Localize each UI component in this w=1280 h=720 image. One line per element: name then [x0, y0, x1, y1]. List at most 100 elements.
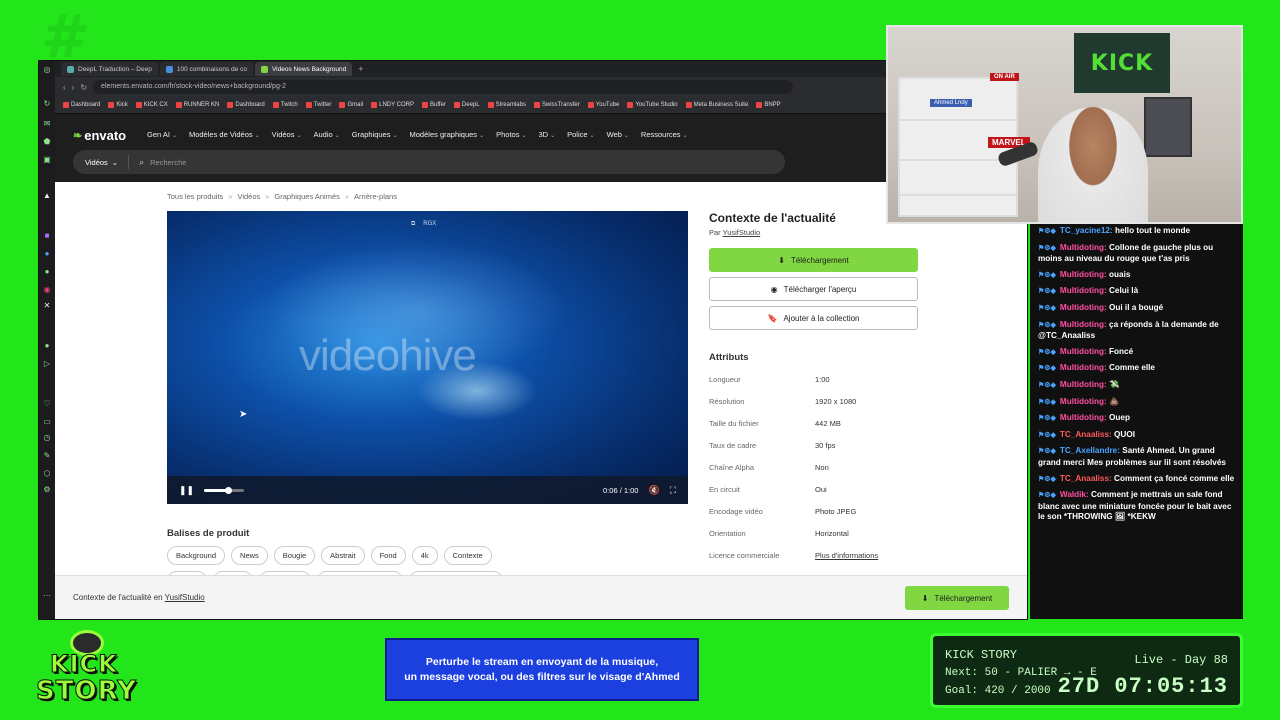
menu-item[interactable]: Modèles graphiques ⌄: [410, 130, 485, 139]
breadcrumb-item[interactable]: Tous les produits: [167, 192, 223, 201]
search-category-select[interactable]: Vidéos ⌄: [73, 155, 130, 169]
chat-username[interactable]: Multidoting:: [1060, 397, 1107, 406]
bookmark-item[interactable]: RUNNER KN: [175, 102, 219, 108]
menu-item[interactable]: Web ⌄: [607, 130, 629, 139]
tab-videos-news[interactable]: Videos News Background: [254, 62, 353, 76]
bookmark-item[interactable]: SwissTransfer: [533, 102, 580, 108]
sidebar-app-icon[interactable]: ●: [42, 341, 52, 351]
chat-username[interactable]: Multidoting:: [1060, 270, 1107, 279]
bookmark-item[interactable]: KICK CX: [135, 102, 168, 108]
search-input[interactable]: [150, 157, 651, 167]
breadcrumb-item[interactable]: Arrière-plans: [354, 192, 397, 201]
tag-chip[interactable]: Contexte: [443, 546, 492, 565]
chat-username[interactable]: Multidoting:: [1060, 363, 1107, 372]
chat-username[interactable]: Multidoting:: [1060, 303, 1107, 312]
chat-username[interactable]: TC_Anaaliss:: [1060, 430, 1112, 439]
tag-chip[interactable]: Abstrait: [321, 546, 365, 565]
menu-item[interactable]: Graphiques ⌄: [352, 130, 398, 139]
sidebar-app-icon[interactable]: ✉: [42, 119, 52, 129]
tag-chip[interactable]: Bougie: [273, 546, 316, 565]
sidebar-app-icon[interactable]: ⬡: [42, 469, 52, 479]
license-info-link[interactable]: Plus d'informations: [815, 551, 878, 560]
breadcrumb-item[interactable]: Graphiques Animés: [274, 192, 339, 201]
copy-icon[interactable]: ⧉: [411, 221, 415, 228]
bookmark-item[interactable]: Dashboard: [227, 102, 265, 108]
tab-combinaisons[interactable]: 100 combinaisons de co: [159, 62, 253, 76]
chat-username[interactable]: Multidoting:: [1060, 320, 1107, 329]
chat-username[interactable]: Multidoting:: [1060, 347, 1107, 356]
chat-username[interactable]: Waldik:: [1060, 490, 1089, 499]
sidebar-app-icon[interactable]: ♡: [42, 399, 52, 409]
footer-download-button[interactable]: ⬇ Téléchargement: [905, 586, 1009, 610]
sidebar-app-icon[interactable]: ●: [42, 249, 52, 259]
add-to-collection-button[interactable]: 🔖 Ajouter à la collection: [709, 306, 918, 330]
author-link[interactable]: YusifStudio: [723, 228, 761, 237]
menu-item[interactable]: Police ⌄: [567, 130, 594, 139]
tab-deepl[interactable]: DeepL Traduction – Deep: [61, 62, 158, 76]
sidebar-app-icon[interactable]: ✎: [42, 451, 52, 461]
tag-chip[interactable]: 4k: [411, 546, 438, 565]
bookmark-item[interactable]: BNPP: [756, 102, 781, 108]
url-field[interactable]: elements.envato.com/fr/stock-video/news+…: [93, 80, 794, 94]
sidebar-app-icon[interactable]: ✕: [42, 301, 52, 311]
tag-chip[interactable]: News: [231, 546, 268, 565]
bookmark-item[interactable]: YouTube: [587, 102, 619, 108]
fullscreen-icon[interactable]: ⛶: [670, 485, 676, 496]
reload-icon[interactable]: ↻: [80, 83, 87, 92]
bookmark-item[interactable]: Meta Business Suite: [685, 102, 748, 108]
sidebar-app-icon[interactable]: ▭: [42, 417, 52, 427]
new-tab-icon[interactable]: +: [354, 64, 367, 74]
download-preview-button[interactable]: ◉ Télécharger l'aperçu: [709, 277, 918, 301]
chat-username[interactable]: Multidoting:: [1060, 286, 1107, 295]
mute-icon[interactable]: 🔇: [648, 485, 659, 496]
bookmark-item[interactable]: Buffer: [422, 102, 446, 108]
sidebar-app-icon[interactable]: ⬟: [42, 137, 52, 147]
bookmark-item[interactable]: Twitter: [305, 102, 331, 108]
sidebar-app-icon[interactable]: ●: [42, 267, 52, 277]
tag-chip[interactable]: Fond: [370, 546, 406, 565]
sidebar-app-icon[interactable]: ◎: [42, 65, 52, 75]
menu-item[interactable]: Gen AI ⌄: [147, 130, 177, 139]
breadcrumb-item[interactable]: Vidéos: [237, 192, 260, 201]
chat-username[interactable]: Multidoting:: [1060, 413, 1107, 422]
menu-item[interactable]: Ressources ⌄: [641, 130, 688, 139]
chat-username[interactable]: TC_Anaaliss:: [1060, 474, 1112, 483]
sidebar-app-icon[interactable]: ▣: [42, 155, 52, 165]
forward-icon[interactable]: ›: [72, 83, 75, 92]
chat-username[interactable]: Multidoting:: [1060, 380, 1107, 389]
chat-username[interactable]: Multidoting:: [1060, 243, 1107, 252]
bookmark-item[interactable]: Streamlabs: [487, 102, 526, 108]
bookmark-item[interactable]: Kick: [108, 102, 128, 108]
footer-author-link[interactable]: YusifStudio: [165, 593, 205, 602]
progress-handle[interactable]: [225, 486, 233, 494]
sidebar-app-icon[interactable]: ▲: [42, 191, 52, 201]
sidebar-app-icon[interactable]: ↻: [42, 99, 52, 109]
pause-icon[interactable]: ❚❚: [179, 485, 194, 496]
tag-chip[interactable]: Background: [167, 546, 226, 565]
sidebar-app-icon[interactable]: ⚙: [42, 485, 52, 495]
chat-username[interactable]: TC_yacine12:: [1060, 226, 1113, 235]
video-player[interactable]: videohive ⧉ RGX ➤ ❚❚ 0:06 / 1:00 🔇 ⛶: [167, 211, 688, 504]
bookmark-item[interactable]: LNDY CORP: [371, 102, 414, 108]
bookmark-item[interactable]: Gmail: [339, 102, 363, 108]
bookmark-item[interactable]: DeepL: [453, 102, 480, 108]
envato-logo[interactable]: ❧ envato: [73, 128, 126, 143]
menu-item[interactable]: Modèles de Vidéos ⌄: [189, 130, 260, 139]
sidebar-app-icon[interactable]: ■: [42, 231, 52, 241]
back-icon[interactable]: ‹: [63, 83, 66, 92]
sidebar-app-icon[interactable]: ◷: [42, 433, 52, 443]
menu-item[interactable]: 3D ⌄: [538, 130, 555, 139]
chat-message: ⚑⚙◆ Multidoting: Oui il a bougé: [1038, 303, 1237, 315]
menu-item[interactable]: Photos ⌄: [496, 130, 526, 139]
sidebar-more-icon[interactable]: ⋯: [42, 591, 52, 601]
download-button[interactable]: ⬇ Téléchargement: [709, 248, 918, 272]
sidebar-app-icon[interactable]: ▷: [42, 359, 52, 369]
chat-username[interactable]: TC_Axellandre:: [1060, 446, 1120, 455]
menu-item[interactable]: Audio ⌄: [313, 130, 339, 139]
bookmark-item[interactable]: Dashboard: [63, 102, 100, 108]
progress-slider[interactable]: [204, 486, 245, 494]
bookmark-item[interactable]: YouTube Studio: [627, 102, 678, 108]
menu-item[interactable]: Vidéos ⌄: [272, 130, 302, 139]
sidebar-app-icon[interactable]: ◉: [42, 285, 52, 295]
bookmark-item[interactable]: Twitch: [272, 102, 298, 108]
